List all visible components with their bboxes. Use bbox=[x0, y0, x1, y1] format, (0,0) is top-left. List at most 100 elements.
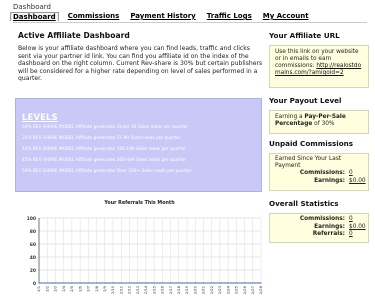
x-tick-label: 2/3 bbox=[54, 286, 58, 292]
kv-label: Commissions: bbox=[299, 170, 345, 176]
x-tick-label: 2/19 bbox=[185, 285, 189, 294]
level-row: 50% REV SHARE MODEL Affiliate generates … bbox=[22, 169, 192, 174]
x-tick-label: 2/24 bbox=[226, 285, 230, 294]
x-tick-label: 2/14 bbox=[144, 285, 148, 294]
level-row: 35% REV SHARE MODEL Affiliate generates … bbox=[22, 136, 181, 141]
y-tick-label: 40 bbox=[30, 255, 36, 261]
data-point bbox=[260, 282, 262, 284]
data-point bbox=[178, 282, 180, 284]
x-tick-label: 2/13 bbox=[136, 286, 140, 294]
data-point bbox=[120, 282, 122, 284]
overall-statistics-box: Commissions: 0 Earnings: $0.00 Referrals… bbox=[269, 213, 369, 243]
x-tick-label: 2/11 bbox=[119, 286, 123, 294]
x-tick-label: 2/8 bbox=[95, 285, 99, 291]
data-point bbox=[95, 282, 98, 284]
unpaid-commissions-box: Earned Since Your Last Payment Commissio… bbox=[269, 153, 369, 191]
level-row: 40% REV SHARE MODEL Affiliate generates … bbox=[22, 147, 187, 152]
payout-level-box: Earning a Pay-Per-Sale Percentage of 30% bbox=[269, 110, 369, 134]
x-tick-label: 2/20 bbox=[193, 285, 197, 294]
kv-label: Referrals: bbox=[312, 231, 345, 238]
data-point bbox=[104, 282, 106, 284]
kv-value[interactable]: 0 bbox=[349, 170, 363, 178]
nav-my-account[interactable]: My Account bbox=[263, 12, 309, 21]
x-tick-label: 2/22 bbox=[210, 286, 214, 294]
x-tick-label: 2/12 bbox=[128, 286, 132, 294]
data-point bbox=[219, 282, 221, 284]
y-tick-label: 20 bbox=[30, 268, 36, 274]
y-tick-label: 60 bbox=[30, 242, 36, 248]
x-tick-label: 2/23 bbox=[218, 286, 222, 294]
nav-commissions[interactable]: Commissions bbox=[68, 12, 120, 21]
kv-label: Earnings: bbox=[314, 177, 345, 184]
data-point bbox=[161, 282, 163, 284]
kv-value[interactable]: 0 bbox=[349, 231, 363, 239]
x-tick-label: 2/6 bbox=[78, 285, 82, 291]
x-tick-label: 2/18 bbox=[177, 285, 181, 294]
levels-title: LEVELS bbox=[22, 112, 58, 122]
data-point bbox=[112, 282, 114, 284]
x-tick-label: 2/7 bbox=[87, 286, 91, 292]
overall-referrals-row: Referrals: 0 bbox=[275, 231, 363, 239]
data-point bbox=[128, 282, 131, 284]
data-point bbox=[243, 282, 246, 284]
x-tick-label: 2/27 bbox=[251, 286, 255, 294]
unpaid-commissions-title: Unpaid Commissions bbox=[269, 139, 354, 148]
unpaid-earnings-row: Earnings: $0.00 bbox=[275, 177, 366, 186]
kv-value[interactable]: $0.00 bbox=[349, 224, 366, 232]
data-point bbox=[54, 282, 57, 284]
data-point bbox=[145, 282, 147, 284]
overall-statistics-section: Overall Statistics Commissions: 0 Earnin… bbox=[269, 199, 369, 243]
data-point bbox=[71, 282, 73, 284]
y-tick-label: 0 bbox=[33, 281, 36, 287]
y-tick-label: 100 bbox=[27, 216, 36, 222]
x-tick-label: 2/28 bbox=[259, 285, 263, 294]
nav-dashboard[interactable]: Dashboard bbox=[10, 12, 59, 21]
x-tick-label: 2/5 bbox=[70, 286, 74, 292]
x-tick-label: 2/1 bbox=[37, 286, 41, 292]
kv-label: Earnings: bbox=[314, 223, 345, 230]
data-point bbox=[227, 282, 229, 284]
payout-suffix: of 30% bbox=[314, 121, 335, 127]
main-nav: Dashboard Commissions Payment History Tr… bbox=[10, 12, 320, 21]
levels-list: 30% REV SHARE MODEL Affiliate generates … bbox=[22, 124, 258, 179]
data-point bbox=[235, 282, 237, 284]
data-point bbox=[252, 282, 254, 284]
data-point bbox=[79, 282, 81, 284]
breadcrumb: Dashboard bbox=[13, 3, 51, 11]
data-point bbox=[211, 282, 213, 284]
level-row: 45% REV SHARE MODEL Affiliate generates … bbox=[22, 158, 187, 163]
intro-text: Below is your affiliate dashboard where … bbox=[18, 45, 263, 82]
data-point bbox=[63, 282, 65, 284]
referrals-chart: Your Referrals This Month 100 80 60 40 20 0 2/… bbox=[15, 198, 264, 305]
unpaid-commissions-section: Unpaid Commissions Earned Since Your Las… bbox=[269, 139, 369, 191]
affiliate-url-title: Your Affiliate URL bbox=[269, 31, 340, 40]
kv-value[interactable]: $0.00 bbox=[349, 178, 366, 186]
unpaid-commissions-row: Commissions: 0 bbox=[275, 170, 363, 178]
nav-traffic-logs[interactable]: Traffic Logs bbox=[207, 12, 252, 21]
affiliate-url-box: Use this link on your website or in emai… bbox=[269, 45, 369, 88]
kv-label: Commissions: bbox=[299, 216, 345, 222]
nav-payment-history[interactable]: Payment History bbox=[130, 12, 195, 21]
x-tick-label: 2/15 bbox=[152, 286, 156, 294]
payout-prefix: Earning a bbox=[275, 114, 303, 120]
x-tick-label: 2/17 bbox=[169, 286, 173, 294]
payout-level-section: Your Payout Level Earning a Pay-Per-Sale… bbox=[269, 96, 369, 134]
page-title: Active Affiliate Dashboard bbox=[18, 31, 130, 40]
x-tick-label: 2/25 bbox=[235, 286, 239, 294]
nav-divider bbox=[13, 22, 367, 23]
kv-value[interactable]: 0 bbox=[349, 216, 363, 224]
x-tick-label: 2/4 bbox=[62, 285, 66, 291]
data-point bbox=[38, 282, 40, 284]
x-tick-label: 2/2 bbox=[45, 286, 49, 292]
x-tick-label: 2/26 bbox=[243, 285, 247, 294]
data-point bbox=[87, 282, 89, 284]
data-point bbox=[194, 282, 196, 284]
x-tick-label: 2/10 bbox=[111, 285, 115, 294]
x-tick-label: 2/9 bbox=[103, 285, 107, 291]
data-point bbox=[137, 282, 139, 284]
data-point bbox=[169, 282, 172, 284]
overall-earnings-row: Earnings: $0.00 bbox=[275, 223, 366, 232]
data-point bbox=[153, 282, 155, 284]
chart-svg: 100 80 60 40 20 02/1 2/2 2/3 2/4 2/5 2/6 2/7 2/8 2/9 2… bbox=[27, 216, 264, 294]
x-tick-label: 2/21 bbox=[202, 286, 206, 294]
